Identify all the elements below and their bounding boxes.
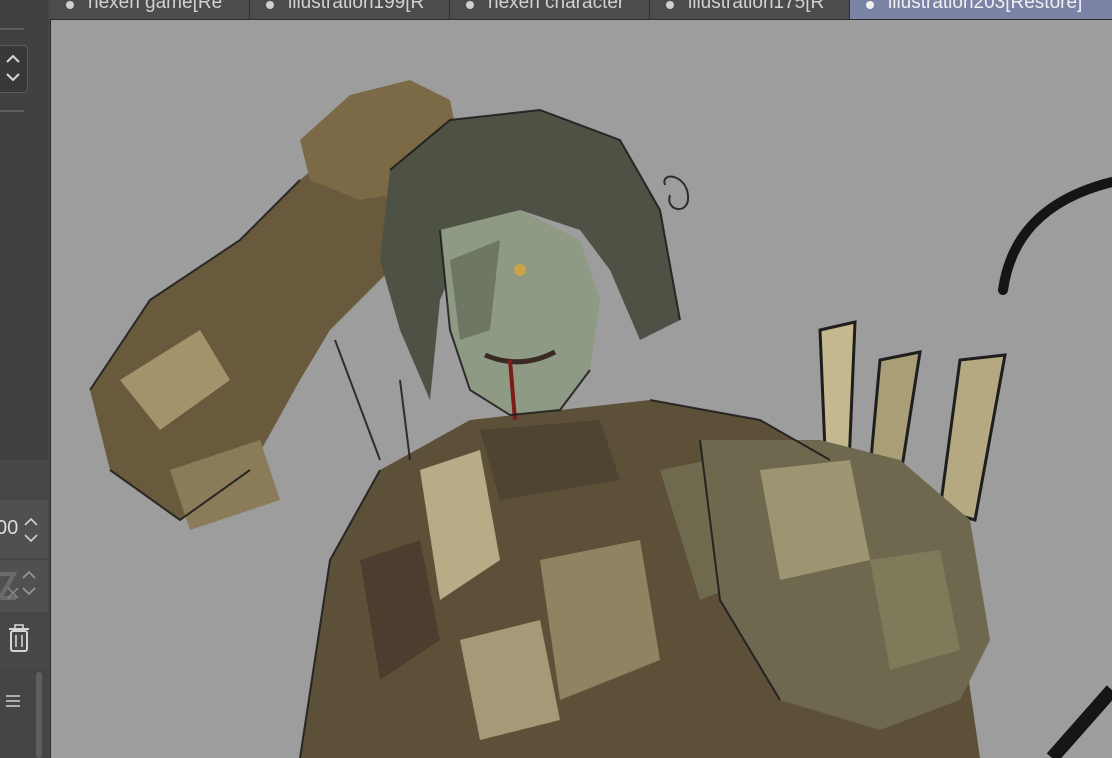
drawing-canvas[interactable] xyxy=(51,20,1112,758)
tab-label: hexen game[Re xyxy=(88,0,223,13)
tab-dot-icon xyxy=(66,1,74,9)
spin-arrows-icon[interactable] xyxy=(0,46,27,92)
divider xyxy=(0,28,24,30)
ink-stroke xyxy=(1046,685,1112,758)
tab-label: hexen character xyxy=(488,0,625,13)
tab-label: illustration175[R xyxy=(688,0,825,13)
document-tab-bar: hexen game[Re illustration199[R hexen ch… xyxy=(50,0,1112,20)
layer-scrollbar[interactable] xyxy=(36,672,42,758)
tab-hexen-character[interactable]: hexen character xyxy=(450,0,650,19)
tab-dot-icon xyxy=(466,1,474,9)
eye xyxy=(514,264,526,276)
tab-dot-icon xyxy=(866,1,874,9)
tab-illustration203-active[interactable]: illustration203[Restore] xyxy=(850,0,1112,19)
tab-label: illustration203[Restore] xyxy=(888,0,1083,13)
trash-icon[interactable] xyxy=(6,622,32,654)
blade xyxy=(938,353,1007,522)
size-spinbox[interactable] xyxy=(0,45,28,93)
eraser-icon[interactable] xyxy=(0,570,20,602)
tab-illustration199[interactable]: illustration199[R xyxy=(250,0,450,19)
tab-illustration175[interactable]: illustration175[R xyxy=(650,0,850,19)
tab-dot-icon xyxy=(266,1,274,9)
tab-dot-icon xyxy=(666,1,674,9)
divider xyxy=(0,110,24,112)
opacity-value[interactable]: 00 xyxy=(0,517,18,540)
ink-stroke xyxy=(998,177,1112,295)
tab-label: illustration199[R xyxy=(288,0,425,13)
artwork-painting xyxy=(89,80,1112,758)
tab-hexen-game[interactable]: hexen game[Re xyxy=(50,0,250,19)
left-docker-panel: 00 xyxy=(0,0,51,758)
hamburger-menu-icon[interactable] xyxy=(4,692,22,710)
spin-arrows-icon[interactable] xyxy=(22,515,40,547)
spin-arrows-icon[interactable] xyxy=(20,568,38,600)
